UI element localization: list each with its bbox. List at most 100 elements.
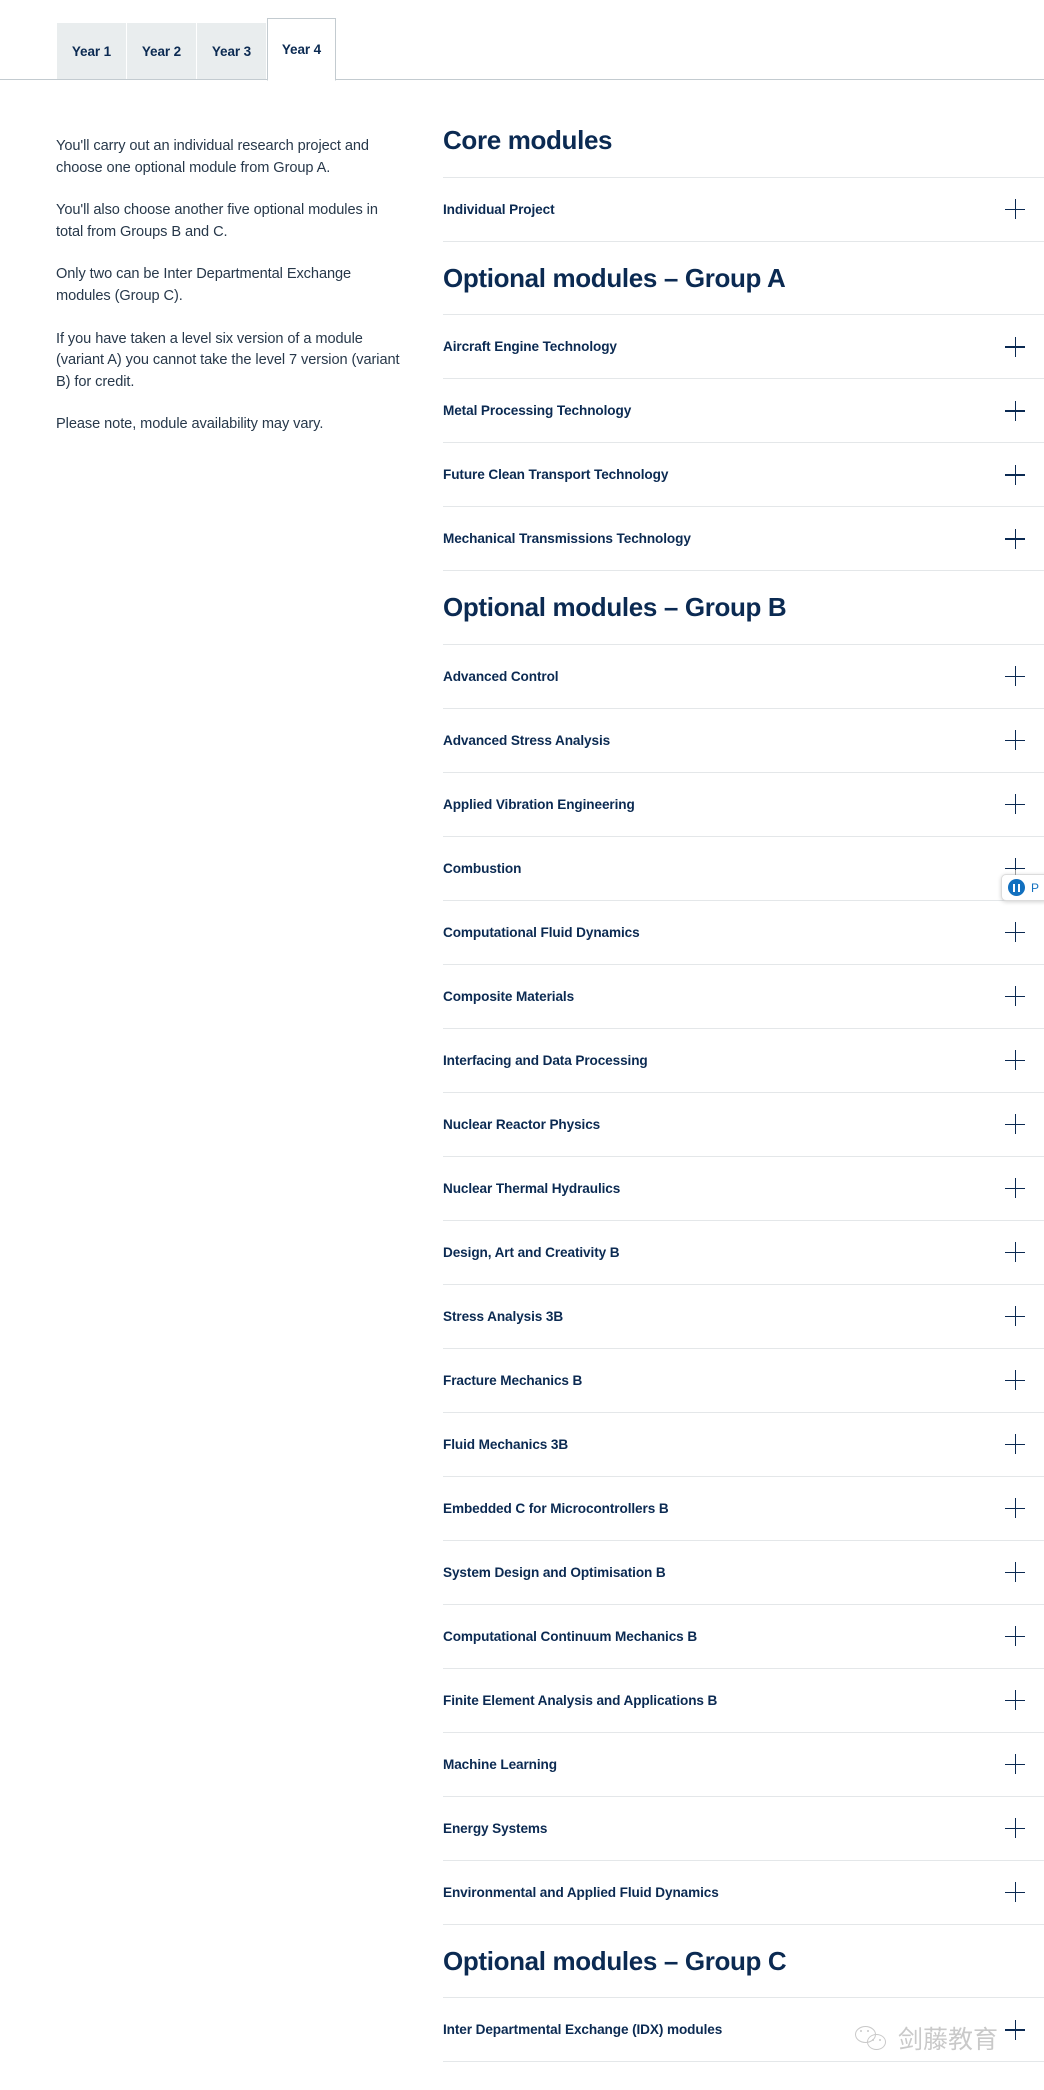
plus-icon[interactable]: [1005, 528, 1025, 549]
module-title: Design, Art and Creativity B: [443, 1244, 620, 1260]
module-title: Applied Vibration Engineering: [443, 796, 635, 812]
pill-pointer-tick: [1015, 870, 1016, 875]
intro-paragraph: If you have taken a level six version of…: [56, 330, 400, 390]
tabstrip-bottom-rule: [0, 79, 1044, 80]
plus-icon[interactable]: [1005, 1498, 1025, 1519]
module-row[interactable]: Combustion: [443, 837, 1044, 900]
module-row[interactable]: Advanced Control: [443, 645, 1044, 708]
year-tab-3[interactable]: Year 3: [197, 23, 266, 80]
module-group-heading: Core modules: [443, 125, 613, 155]
plus-icon[interactable]: [1005, 1114, 1025, 1135]
module-title: Inter Departmental Exchange (IDX) module…: [443, 2022, 723, 2038]
year-tablist: Year 1 Year 2 Year 3 Year 4: [57, 18, 337, 81]
year-tab-label: Year 3: [211, 44, 252, 59]
module-row[interactable]: Composite Materials: [443, 965, 1044, 1028]
module-title: Advanced Stress Analysis: [443, 732, 611, 748]
plus-icon[interactable]: [1005, 400, 1025, 421]
plus-icon[interactable]: [1005, 1818, 1025, 1839]
module-row[interactable]: Applied Vibration Engineering: [443, 773, 1044, 836]
year-tab-label: Year 1: [71, 44, 112, 59]
module-row[interactable]: Nuclear Thermal Hydraulics: [443, 1157, 1044, 1220]
module-row[interactable]: Fracture Mechanics B: [443, 1349, 1044, 1412]
module-divider: [443, 2061, 1044, 2063]
module-title: Nuclear Reactor Physics: [443, 1116, 601, 1132]
module-group-heading: Optional modules – Group A: [443, 262, 786, 293]
module-row[interactable]: System Design and Optimisation B: [443, 1541, 1044, 1604]
plus-icon[interactable]: [1005, 1434, 1025, 1455]
plus-icon[interactable]: [1005, 986, 1025, 1007]
year-tab-label: Year 2: [141, 44, 182, 59]
module-row[interactable]: Design, Art and Creativity B: [443, 1221, 1044, 1284]
modules-column: Core modules Individual Project Optional m…: [443, 116, 1044, 2063]
module-row[interactable]: Advanced Stress Analysis: [443, 709, 1044, 772]
year-tab-1[interactable]: Year 1: [57, 23, 126, 80]
year-tab-2[interactable]: Year 2: [127, 23, 196, 80]
plus-icon[interactable]: [1005, 1306, 1025, 1327]
module-row[interactable]: Nuclear Reactor Physics: [443, 1093, 1044, 1156]
plus-icon[interactable]: [1005, 199, 1025, 220]
module-row[interactable]: Metal Processing Technology: [443, 379, 1044, 442]
page-root: Year 1 Year 2 Year 3 Year 4 You'll carry ou…: [0, 0, 1044, 2090]
module-row[interactable]: Future Clean Transport Technology: [443, 443, 1044, 506]
module-row[interactable]: Individual Project: [443, 178, 1044, 241]
plus-icon[interactable]: [1005, 1882, 1025, 1903]
module-title: Embedded C for Microcontrollers B: [443, 1500, 669, 1516]
module-row[interactable]: Stress Analysis 3B: [443, 1285, 1044, 1348]
module-title: Stress Analysis 3B: [443, 1308, 564, 1324]
module-title: Environmental and Applied Fluid Dynamics: [443, 1884, 719, 1900]
module-row[interactable]: Computational Continuum Mechanics B: [443, 1605, 1044, 1668]
module-row[interactable]: Finite Element Analysis and Applications…: [443, 1669, 1044, 1732]
module-title: Future Clean Transport Technology: [443, 467, 669, 483]
module-group: Optional modules – Group B Advanced Contr…: [443, 571, 1044, 1925]
plus-icon[interactable]: [1005, 794, 1025, 815]
plus-icon[interactable]: [1005, 2019, 1025, 2040]
module-title: Metal Processing Technology: [443, 403, 632, 419]
module-title: Machine Learning: [443, 1756, 557, 1772]
media-pill-label: P: [1031, 880, 1040, 895]
year-tab-4[interactable]: Year 4: [267, 18, 336, 81]
module-title: Fracture Mechanics B: [443, 1372, 583, 1388]
module-title: Aircraft Engine Technology: [443, 339, 617, 355]
module-title: Finite Element Analysis and Applications…: [443, 1692, 718, 1708]
module-title: Mechanical Transmissions Technology: [443, 531, 691, 547]
intro-paragraph: Only two can be Inter Departmental Excha…: [56, 266, 352, 304]
module-group: Optional modules – Group A Aircraft Engin…: [443, 242, 1044, 572]
module-title: Composite Materials: [443, 988, 575, 1004]
media-pause-pill[interactable]: P: [1001, 870, 1044, 901]
year-tabstrip: Year 1 Year 2 Year 3 Year 4: [0, 0, 1044, 81]
plus-icon[interactable]: [1005, 1562, 1025, 1583]
module-row[interactable]: Energy Systems: [443, 1797, 1044, 1860]
module-group: Optional modules – Group C Inter Departme…: [443, 1925, 1044, 2063]
plus-icon[interactable]: [1005, 1370, 1025, 1391]
year-tab-label: Year 4: [281, 42, 322, 57]
pause-circle-icon[interactable]: [1008, 879, 1025, 896]
module-row[interactable]: Mechanical Transmissions Technology: [443, 507, 1044, 570]
plus-icon[interactable]: [1005, 666, 1025, 687]
year-intro-text: You'll carry out an individual research …: [56, 136, 401, 436]
module-row[interactable]: Environmental and Applied Fluid Dynamics: [443, 1861, 1044, 1924]
plus-icon[interactable]: [1005, 1626, 1025, 1647]
plus-icon[interactable]: [1005, 1178, 1025, 1199]
plus-icon[interactable]: [1005, 1690, 1025, 1711]
plus-icon[interactable]: [1005, 922, 1025, 943]
module-row[interactable]: Aircraft Engine Technology: [443, 315, 1044, 378]
module-row[interactable]: Interfacing and Data Processing: [443, 1029, 1044, 1092]
module-title: Fluid Mechanics 3B: [443, 1436, 569, 1452]
plus-icon[interactable]: [1005, 1050, 1025, 1071]
intro-paragraph: Please note, module availability may var…: [56, 416, 324, 433]
plus-icon[interactable]: [1005, 464, 1025, 485]
module-title: Advanced Control: [443, 668, 559, 684]
plus-icon[interactable]: [1005, 336, 1025, 357]
module-title: Combustion: [443, 860, 522, 876]
plus-icon[interactable]: [1005, 730, 1025, 751]
module-row[interactable]: Fluid Mechanics 3B: [443, 1413, 1044, 1476]
module-row[interactable]: Inter Departmental Exchange (IDX) module…: [443, 1998, 1044, 2061]
module-title: Interfacing and Data Processing: [443, 1052, 648, 1068]
intro-paragraph: You'll also choose another five optional…: [56, 202, 378, 240]
module-row[interactable]: Machine Learning: [443, 1733, 1044, 1796]
module-row[interactable]: Embedded C for Microcontrollers B: [443, 1477, 1044, 1540]
module-group-heading: Optional modules – Group B: [443, 592, 787, 623]
plus-icon[interactable]: [1005, 1754, 1025, 1775]
module-row[interactable]: Computational Fluid Dynamics: [443, 901, 1044, 964]
plus-icon[interactable]: [1005, 1242, 1025, 1263]
